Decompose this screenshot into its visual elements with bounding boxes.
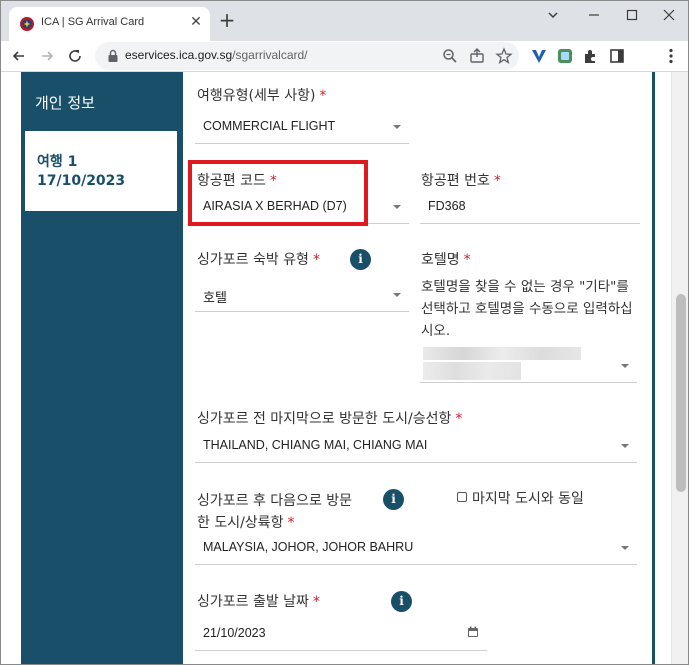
minimize-icon[interactable] <box>583 6 605 24</box>
sidebar-item-personal-info[interactable]: 개인 정보 <box>35 92 95 113</box>
required-mark: * <box>493 173 501 189</box>
accommodation-type-label-text: 싱가포르 숙박 유형 <box>197 252 309 268</box>
accommodation-type-select[interactable]: 호텔 <box>195 278 409 312</box>
info-icon[interactable]: i <box>350 249 371 270</box>
tab-strip: ICA | SG Arrival Card ✕ + <box>1 1 688 41</box>
browser-tab[interactable]: ICA | SG Arrival Card ✕ <box>9 7 210 41</box>
lock-icon[interactable] <box>105 48 121 64</box>
next-city-select[interactable]: MALAYSIA, JOHOR, JOHOR BAHRU <box>195 531 637 565</box>
ica-logo-icon <box>20 17 34 31</box>
chevron-down-icon <box>393 205 401 209</box>
forward-arrow-icon[interactable] <box>37 46 57 66</box>
browser-toolbar: eservices.ica.gov.sg/sgarrivalcard/ <box>1 41 688 72</box>
departure-date-label: 싱가포르 출발 날짜 * <box>197 591 320 611</box>
extensions-puzzle-icon[interactable] <box>581 46 601 66</box>
redacted-hotel-name <box>423 362 521 380</box>
required-mark: * <box>319 88 327 104</box>
annotation-highlight-box <box>188 160 368 226</box>
flight-number-label: 항공편 번호 * <box>421 170 501 190</box>
share-icon[interactable] <box>468 47 486 65</box>
last-city-select[interactable]: THAILAND, CHIANG MAI, CHIANG MAI <box>195 429 637 463</box>
chevron-down-icon <box>621 444 629 448</box>
last-city-value: THAILAND, CHIANG MAI, CHIANG MAI <box>203 438 428 452</box>
scrollbar[interactable] <box>671 72 688 664</box>
redacted-hotel-name <box>423 347 581 360</box>
accommodation-type-label: 싱가포르 숙박 유형 * <box>197 249 320 269</box>
content-border <box>652 72 669 664</box>
reload-icon[interactable] <box>65 46 85 66</box>
url-path: /sgarrivalcard/ <box>232 48 308 62</box>
travel-type-value: COMMERCIAL FLIGHT <box>203 119 336 133</box>
back-arrow-icon[interactable] <box>9 46 29 66</box>
same-as-last-checkbox[interactable] <box>457 492 467 502</box>
sidebar: 개인 정보 여행 1 17/10/2023 <box>21 72 183 664</box>
info-icon[interactable]: i <box>391 591 412 612</box>
tab-close-icon[interactable]: ✕ <box>187 13 205 31</box>
flight-number-value: FD368 <box>428 199 466 213</box>
last-city-label-text: 싱가포르 전 마지막으로 방문한 도시/승선항 <box>197 411 452 427</box>
address-bar[interactable]: eservices.ica.gov.sg/sgarrivalcard/ <box>95 42 519 70</box>
flight-number-input[interactable]: FD368 <box>420 190 640 224</box>
departure-date-value: 21/10/2023 <box>203 626 266 640</box>
hotel-name-label: 호텔명 * <box>421 249 471 269</box>
zoom-icon[interactable] <box>441 47 459 65</box>
required-mark: * <box>455 411 463 427</box>
hotel-name-hint: 호텔명을 찾을 수 없는 경우 "기타"를 선택하고 호텔명을 수동으로 입력하… <box>421 279 633 339</box>
new-tab-icon[interactable]: + <box>217 10 237 31</box>
browser-window: ICA | SG Arrival Card ✕ + eservices.ica.… <box>0 0 689 665</box>
hotel-name-label-text: 호텔명 <box>421 252 460 268</box>
chevron-down-icon <box>393 125 401 129</box>
sidebar-item-trip-1[interactable]: 여행 1 17/10/2023 <box>25 131 177 211</box>
departure-date-input[interactable]: 21/10/2023 <box>195 617 487 651</box>
travel-type-select[interactable]: COMMERCIAL FLIGHT <box>195 110 409 144</box>
info-icon[interactable]: i <box>383 489 404 510</box>
tab-title: ICA | SG Arrival Card <box>41 16 145 28</box>
next-city-label-line1: 싱가포르 후 다음으로 방문 <box>197 493 353 509</box>
accommodation-type-value: 호텔 <box>203 291 227 306</box>
travel-type-label: 여행유형(세부 사항) * <box>197 85 326 105</box>
side-panel-icon[interactable] <box>607 46 627 66</box>
maximize-icon[interactable] <box>621 6 643 24</box>
chevron-down-icon <box>621 546 629 550</box>
required-mark: * <box>312 594 320 610</box>
required-mark: * <box>312 252 320 268</box>
same-as-last-label[interactable]: 마지막 도시와 동일 <box>472 488 584 508</box>
required-mark: * <box>287 515 295 531</box>
tab-search-chevron-icon[interactable] <box>542 6 564 24</box>
chevron-down-icon <box>393 293 401 297</box>
required-mark: * <box>463 252 471 268</box>
next-city-value: MALAYSIA, JOHOR, JOHOR BAHRU <box>203 540 414 554</box>
scrollbar-thumb[interactable] <box>676 294 686 492</box>
departure-date-label-text: 싱가포르 출발 날짜 <box>197 594 309 610</box>
url-text[interactable]: eservices.ica.gov.sg/sgarrivalcard/ <box>125 48 308 62</box>
travel-type-label-text: 여행유형(세부 사항) <box>197 88 316 104</box>
flight-number-label-text: 항공편 번호 <box>421 173 490 189</box>
trip-date: 17/10/2023 <box>37 173 126 189</box>
extension-v-icon[interactable] <box>529 46 549 66</box>
url-host: eservices.ica.gov.sg <box>125 48 233 62</box>
menu-kebab-icon[interactable] <box>661 46 681 66</box>
next-city-label-text: 한 도시/상륙항 <box>197 515 284 531</box>
bookmark-star-icon[interactable] <box>495 47 513 65</box>
page-content: 개인 정보 여행 1 17/10/2023 여행유형(세부 사항) * COMME… <box>1 72 688 664</box>
extension-app-icon[interactable] <box>555 46 575 66</box>
chevron-down-icon <box>621 364 629 368</box>
calendar-icon[interactable] <box>467 626 479 638</box>
next-city-label-line2: 한 도시/상륙항 * <box>197 512 294 532</box>
last-city-label: 싱가포르 전 마지막으로 방문한 도시/승선항 * <box>197 408 462 428</box>
close-window-icon[interactable] <box>658 6 680 24</box>
trip-label: 여행 1 <box>37 154 78 170</box>
